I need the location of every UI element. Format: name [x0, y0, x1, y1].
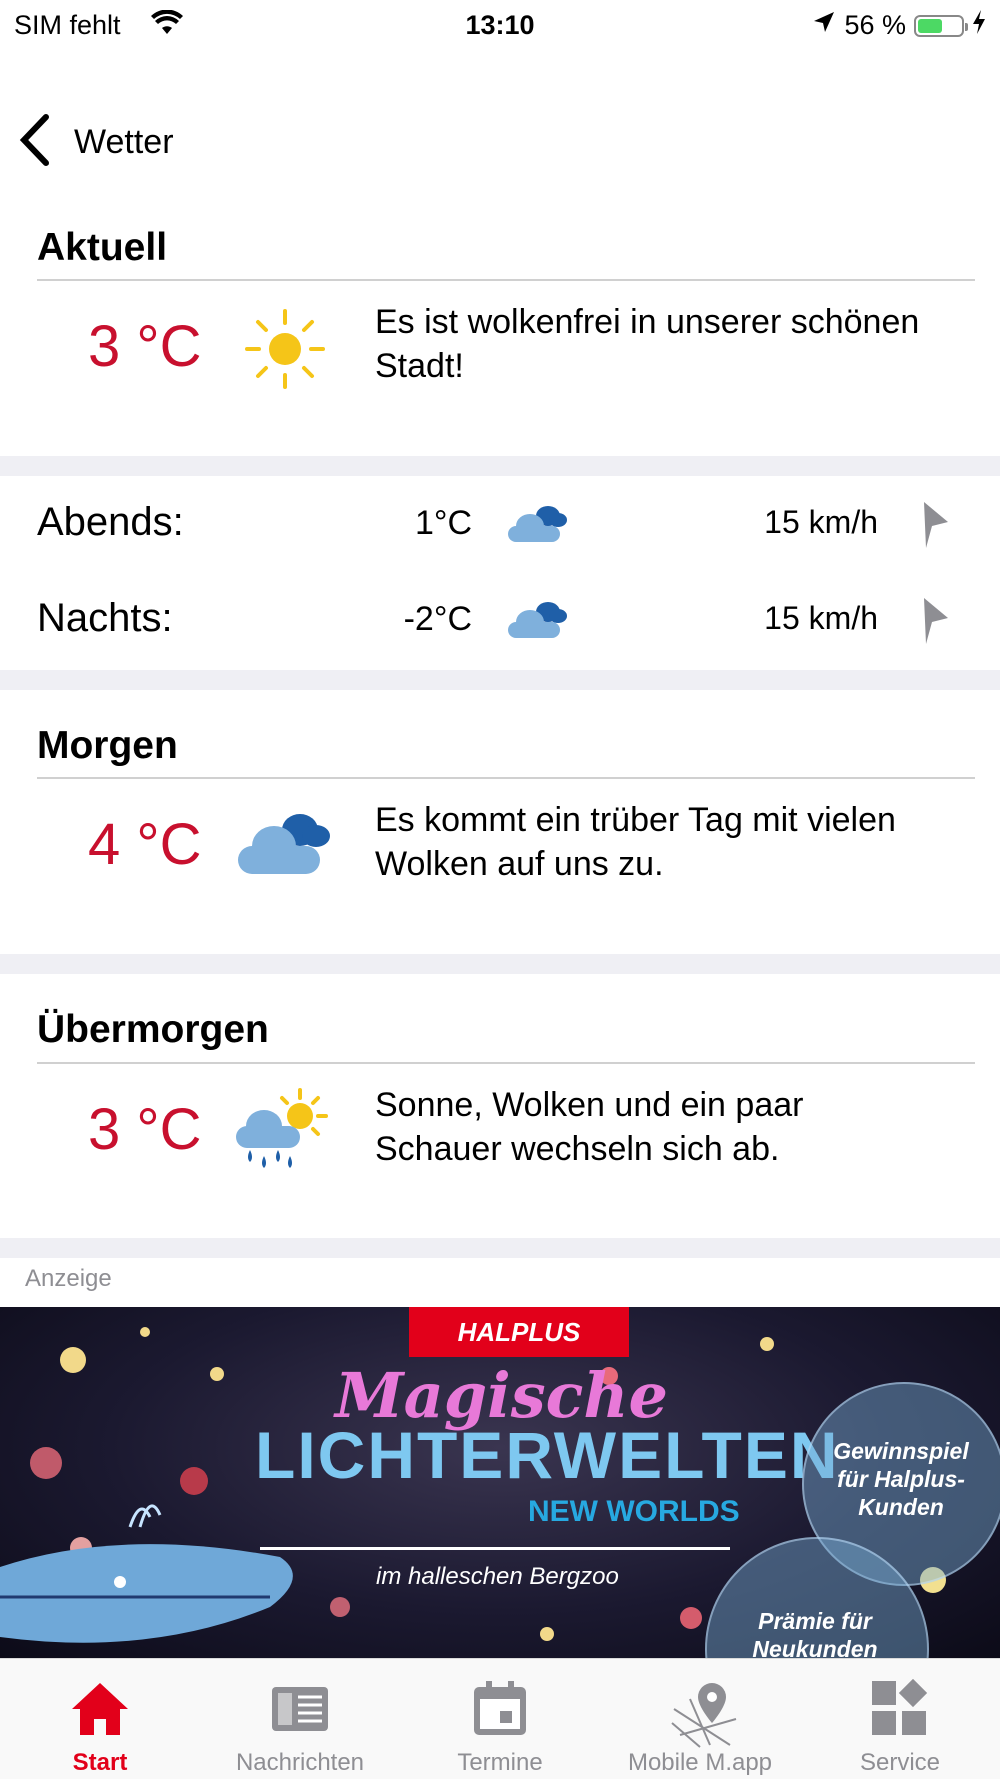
current-description: Es ist wolkenfrei in unserer schönen Sta…	[375, 303, 920, 385]
ad-headline-2: LICHTERWELTEN	[255, 1418, 840, 1492]
service-grid-icon	[870, 1678, 930, 1739]
ad-label: Anzeige	[25, 1265, 112, 1292]
forecast-row-evening: Abends: 1°C 15 km/h	[0, 478, 1000, 574]
battery-icon	[914, 14, 968, 37]
calendar-icon	[470, 1679, 530, 1739]
tomorrow-temperature: 4 °C	[88, 812, 202, 877]
period-temperature: -2°C	[403, 600, 472, 638]
ad-subline: im halleschen Bergzoo	[376, 1563, 619, 1590]
back-button[interactable]: Wetter	[18, 110, 174, 174]
tab-mobile-mapp[interactable]: Mobile M.app	[600, 1659, 800, 1779]
period-label: Nachts:	[37, 596, 173, 640]
sun-icon	[243, 307, 327, 396]
section-separator	[0, 954, 1000, 974]
wind-speed: 15 km/h	[764, 600, 878, 636]
current-temperature: 3 °C	[88, 314, 202, 379]
tab-bar: Start Nachrichten Termine Mobile M.app S…	[0, 1658, 1000, 1779]
tab-label: Mobile M.app	[627, 1749, 773, 1776]
ad-brand-logo: HALPLUS	[409, 1307, 629, 1357]
forecast-row-night: Nachts: -2°C 15 km/h	[0, 574, 1000, 670]
tab-label: Service	[859, 1749, 941, 1776]
status-bar: SIM fehlt 13:10 56 %	[0, 0, 1000, 50]
divider	[37, 1062, 975, 1064]
location-arrow-icon	[812, 10, 836, 41]
map-icon	[670, 1679, 737, 1748]
cloudy-icon	[234, 808, 334, 883]
news-icon	[270, 1679, 330, 1739]
day-after-temperature: 3 °C	[88, 1097, 202, 1162]
section-title-tomorrow: Morgen	[37, 724, 178, 767]
wind-speed: 15 km/h	[764, 504, 878, 540]
ad-divider	[260, 1547, 730, 1550]
ad-bubble-text-1: Gewinnspiel für Halplus-Kunden	[833, 1438, 969, 1520]
period-label: Abends:	[37, 500, 184, 544]
cloud-icon	[504, 502, 568, 551]
battery-percentage: 56 %	[844, 10, 906, 40]
home-icon	[70, 1679, 130, 1739]
divider	[37, 777, 975, 779]
tab-start[interactable]: Start	[0, 1659, 200, 1779]
cloud-icon	[504, 598, 568, 647]
tab-label: Start	[72, 1749, 128, 1776]
tab-termine[interactable]: Termine	[400, 1659, 600, 1779]
tab-label: Termine	[457, 1749, 543, 1776]
nav-title: Wetter	[74, 122, 174, 161]
chevron-left-icon	[18, 113, 52, 171]
period-temperature: 1°C	[414, 504, 472, 542]
tab-nachrichten[interactable]: Nachrichten	[200, 1659, 400, 1779]
section-separator	[0, 1238, 1000, 1258]
tomorrow-description: Es kommt ein trüber Tag mit vielen Wolke…	[375, 801, 896, 883]
day-after-description: Sonne, Wolken und ein paar Schauer wechs…	[375, 1086, 804, 1168]
wind-direction-icon	[918, 596, 952, 651]
sun-rain-cloud-icon	[234, 1086, 334, 1177]
divider	[37, 279, 975, 281]
wind-direction-icon	[918, 500, 952, 555]
section-title-current: Aktuell	[37, 226, 168, 269]
charging-icon	[972, 10, 986, 41]
section-separator	[0, 670, 1000, 690]
tab-label: Nachrichten	[235, 1749, 365, 1776]
ad-bubble-text-2: Prämie für Neukunden	[752, 1608, 878, 1658]
ad-banner[interactable]: HALPLUS Magische LICHTERWELTEN NEW WORLD…	[0, 1307, 1000, 1658]
whale-illustration	[0, 1487, 310, 1658]
section-separator	[0, 456, 1000, 476]
tab-service[interactable]: Service	[800, 1659, 1000, 1779]
section-title-day-after: Übermorgen	[37, 1008, 269, 1051]
battery-fill	[918, 18, 942, 33]
ad-headline-3: NEW WORLDS	[528, 1495, 740, 1528]
